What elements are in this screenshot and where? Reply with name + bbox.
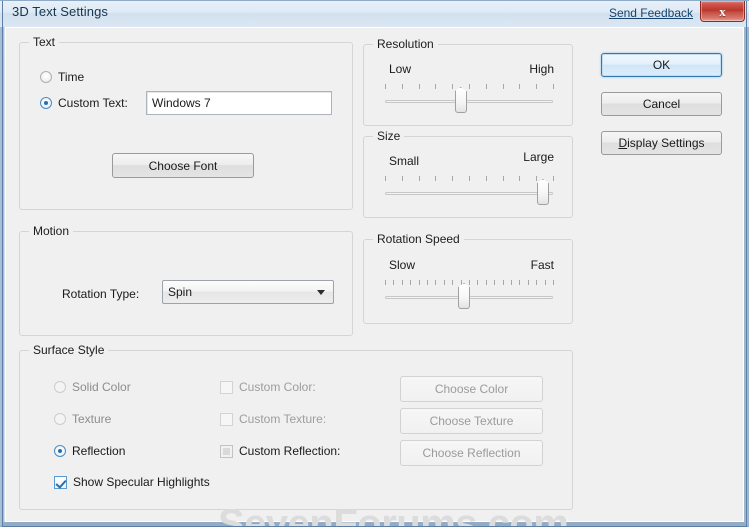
radio-reflection[interactable]: Reflection	[54, 444, 125, 458]
size-slider-track	[385, 192, 553, 195]
text-group-title: Text	[29, 35, 60, 49]
size-slider-ticks	[385, 175, 554, 182]
radio-texture[interactable]: Texture	[54, 412, 111, 426]
rotation-speed-slider-thumb[interactable]	[457, 287, 470, 309]
rotation-type-label: Rotation Type:	[62, 287, 140, 301]
custom-text-value: Windows 7	[152, 96, 211, 110]
checkbox-custom-color[interactable]: Custom Color:	[220, 380, 316, 394]
size-small-label: Small	[389, 154, 420, 168]
cancel-button[interactable]: Cancel	[601, 92, 722, 116]
radio-custom-text[interactable]: Custom Text:	[40, 96, 128, 110]
choose-font-label: Choose Font	[148, 158, 218, 173]
rotation-speed-groupbox: Rotation Speed Slow Fast	[363, 232, 573, 324]
rotation-type-select[interactable]: Spin	[162, 280, 334, 304]
checkbox-checked-icon	[54, 475, 67, 489]
resolution-low-label: Low	[389, 62, 412, 76]
window-top-edge	[0, 0, 749, 1]
show-specular-label: Show Specular Highlights	[73, 475, 210, 489]
radio-solid-color[interactable]: Solid Color	[54, 380, 131, 394]
radio-time-label: Time	[58, 70, 85, 84]
surface-style-groupbox: Surface Style Solid Color Texture Reflec…	[19, 343, 573, 510]
radio-circle-icon	[54, 381, 66, 393]
choose-texture-button[interactable]: Choose Texture	[400, 408, 543, 434]
rotation-speed-slider[interactable]	[385, 279, 554, 313]
text-groupbox: Text Time Custom Text: Windows 7 Choose …	[19, 35, 353, 210]
radio-circle-icon	[40, 71, 52, 83]
radio-circle-selected-icon	[40, 97, 52, 109]
checkbox-icon	[220, 380, 233, 394]
custom-text-input[interactable]: Windows 7	[146, 91, 332, 115]
title-bar: 3D Text Settings Send Feedback x	[0, 0, 749, 27]
display-settings-rest: isplay Settings	[627, 136, 705, 150]
checkbox-indeterminate-icon	[220, 444, 233, 458]
chevron-down-icon	[317, 290, 325, 295]
choose-color-button[interactable]: Choose Color	[400, 376, 543, 402]
resolution-slider-thumb[interactable]	[454, 91, 467, 113]
send-feedback-link[interactable]: Send Feedback	[609, 6, 693, 20]
checkbox-icon	[220, 412, 233, 426]
ok-button[interactable]: OK	[601, 53, 722, 77]
dialog-window: 3D Text Settings Send Feedback x Text Ti…	[0, 0, 749, 527]
display-settings-button[interactable]: Display Settings	[601, 131, 722, 155]
rotation-speed-slow-label: Slow	[389, 258, 416, 272]
window-title: 3D Text Settings	[12, 4, 109, 19]
size-groupbox: Size Small Large	[363, 129, 573, 218]
radio-texture-label: Texture	[72, 412, 112, 426]
ok-label: OK	[652, 58, 671, 72]
radio-circle-icon	[54, 413, 66, 425]
close-icon: x	[719, 3, 726, 19]
choose-reflection-label: Choose Reflection	[422, 446, 521, 460]
size-large-label: Large	[523, 150, 554, 164]
cancel-label: Cancel	[642, 97, 681, 111]
rotation-speed-fast-label: Fast	[530, 258, 554, 272]
motion-group-title: Motion	[29, 224, 74, 238]
checkbox-custom-reflection[interactable]: Custom Reflection:	[220, 444, 340, 458]
size-slider-thumb[interactable]	[536, 183, 549, 205]
resolution-slider-ticks	[385, 83, 554, 90]
choose-texture-label: Choose Texture	[429, 414, 514, 428]
rotation-type-value: Spin	[168, 285, 193, 299]
dialog-client-area: Text Time Custom Text: Windows 7 Choose …	[5, 27, 744, 527]
radio-reflection-label: Reflection	[72, 444, 126, 458]
checkbox-show-specular-highlights[interactable]: Show Specular Highlights	[54, 475, 210, 489]
display-settings-label: Display Settings	[618, 136, 704, 150]
surface-style-group-title: Surface Style	[29, 343, 109, 357]
custom-reflection-label: Custom Reflection:	[239, 444, 341, 458]
custom-texture-label: Custom Texture:	[239, 412, 327, 426]
radio-solid-color-label: Solid Color	[72, 380, 131, 394]
motion-groupbox: Motion Rotation Type: Spin	[19, 224, 353, 336]
radio-custom-text-label: Custom Text:	[58, 96, 128, 110]
choose-color-label: Choose Color	[434, 382, 509, 396]
custom-color-label: Custom Color:	[239, 380, 316, 394]
resolution-high-label: High	[529, 62, 554, 76]
radio-time[interactable]: Time	[40, 70, 84, 84]
resolution-groupbox: Resolution Low High	[363, 37, 573, 126]
size-group-title: Size	[373, 129, 405, 143]
resolution-group-title: Resolution	[373, 37, 438, 51]
rotation-speed-slider-ticks	[385, 279, 554, 286]
checkbox-custom-texture[interactable]: Custom Texture:	[220, 412, 326, 426]
radio-circle-selected-icon	[54, 445, 66, 457]
size-slider[interactable]	[385, 175, 554, 209]
display-settings-accel: D	[618, 136, 628, 150]
choose-font-button[interactable]: Choose Font	[112, 153, 254, 178]
close-button[interactable]: x	[700, 1, 745, 22]
resolution-slider[interactable]	[385, 83, 554, 117]
choose-reflection-button[interactable]: Choose Reflection	[400, 440, 543, 466]
resolution-slider-track	[385, 100, 553, 103]
rotation-speed-group-title: Rotation Speed	[373, 232, 464, 246]
